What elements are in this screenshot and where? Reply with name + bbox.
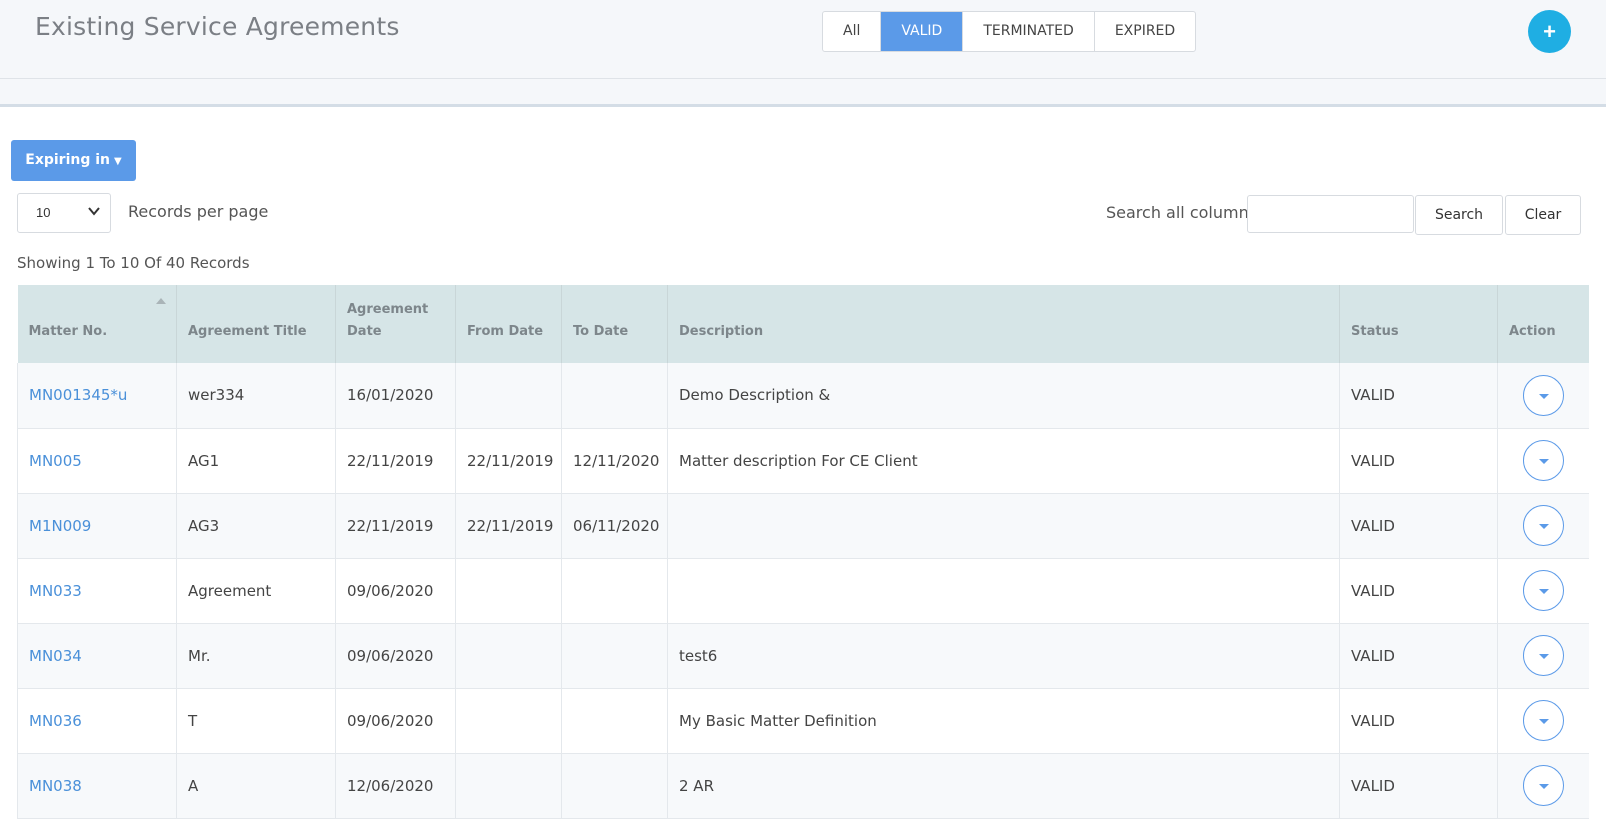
agreement-title-cell: wer334: [176, 363, 336, 429]
agreement-date-cell: 12/06/2020: [335, 753, 456, 819]
table-row: MN036 T 09/06/2020 My Basic Matter Defin…: [17, 688, 1589, 754]
matter-link[interactable]: MN001345*u: [29, 386, 127, 404]
matter-link[interactable]: MN005: [29, 452, 82, 470]
agreement-title-cell: AG1: [176, 428, 336, 494]
status-cell: VALID: [1339, 363, 1498, 429]
status-cell: VALID: [1339, 623, 1498, 689]
table-row: MN005 AG1 22/11/2019 22/11/2019 12/11/20…: [17, 428, 1589, 494]
to-date-cell: [561, 363, 668, 429]
to-date-cell: [561, 623, 668, 689]
table-row: MN034 Mr. 09/06/2020 test6 VALID: [17, 623, 1589, 689]
agreement-date-cell: 16/01/2020: [335, 363, 456, 429]
row-action-dropdown-button[interactable]: [1522, 765, 1564, 806]
search-label: Search all columns: [1106, 203, 1258, 222]
caret-down-icon: ▼: [114, 156, 122, 167]
agreements-table: Matter No. Agreement Title Agreement Dat…: [17, 285, 1589, 819]
agreement-date-cell: 22/11/2019: [335, 493, 456, 559]
table-row: MN001345*u wer334 16/01/2020 Demo Descri…: [17, 363, 1589, 429]
add-agreement-button[interactable]: +: [1528, 10, 1571, 53]
from-date-cell: [455, 688, 562, 754]
records-per-page-label: Records per page: [128, 202, 269, 221]
to-date-cell: [561, 753, 668, 819]
matter-link[interactable]: MN033: [29, 582, 82, 600]
chevron-down-icon: [88, 203, 100, 222]
table-header-row: Matter No. Agreement Title Agreement Dat…: [17, 285, 1589, 363]
column-header-from-date[interactable]: From Date: [455, 285, 562, 363]
agreement-title-cell: Mr.: [176, 623, 336, 689]
description-cell: [667, 558, 1340, 624]
from-date-cell: [455, 623, 562, 689]
row-action-dropdown-button[interactable]: [1522, 635, 1564, 676]
column-header-description[interactable]: Description: [667, 285, 1340, 363]
tab-all[interactable]: All: [823, 12, 882, 51]
agreement-title-cell: T: [176, 688, 336, 754]
from-date-cell: 22/11/2019: [455, 428, 562, 494]
description-cell: My Basic Matter Definition: [667, 688, 1340, 754]
from-date-cell: [455, 363, 562, 429]
row-action-dropdown-button[interactable]: [1522, 440, 1564, 481]
matter-link[interactable]: M1N009: [29, 517, 91, 535]
description-cell: Matter description For CE Client: [667, 428, 1340, 494]
table-row: M1N009 AG3 22/11/2019 22/11/2019 06/11/2…: [17, 493, 1589, 559]
row-action-dropdown-button[interactable]: [1522, 505, 1564, 546]
column-header-action: Action: [1497, 285, 1589, 363]
agreement-date-cell: 22/11/2019: [335, 428, 456, 494]
sub-bar: [0, 79, 1606, 107]
status-cell: VALID: [1339, 493, 1498, 559]
status-cell: VALID: [1339, 688, 1498, 754]
matter-link[interactable]: MN036: [29, 712, 82, 730]
table-row: MN038 A 12/06/2020 2 AR VALID: [17, 753, 1589, 819]
description-cell: [667, 493, 1340, 559]
agreement-title-cell: AG3: [176, 493, 336, 559]
tab-valid[interactable]: VALID: [881, 12, 964, 51]
agreement-date-cell: 09/06/2020: [335, 558, 456, 624]
description-cell: Demo Description &: [667, 363, 1340, 429]
agreement-date-cell: 09/06/2020: [335, 688, 456, 754]
column-header-to-date[interactable]: To Date: [561, 285, 668, 363]
agreement-title-cell: A: [176, 753, 336, 819]
status-filter-tabs: All VALID TERMINATED EXPIRED: [822, 11, 1197, 52]
to-date-cell: 06/11/2020: [561, 493, 668, 559]
page-title: Existing Service Agreements: [35, 12, 400, 41]
expiring-in-label: Expiring in: [25, 152, 111, 168]
sort-up-icon: [156, 298, 166, 304]
tab-expired[interactable]: EXPIRED: [1095, 12, 1195, 51]
plus-icon: +: [1543, 19, 1556, 44]
search-button[interactable]: Search: [1415, 195, 1503, 235]
expiring-in-dropdown[interactable]: Expiring in ▼: [11, 140, 136, 181]
records-per-page-select[interactable]: 10: [17, 193, 111, 233]
records-per-page-value: 10: [36, 205, 51, 220]
status-cell: VALID: [1339, 428, 1498, 494]
row-action-dropdown-button[interactable]: [1522, 570, 1564, 611]
column-header-agreement-title[interactable]: Agreement Title: [176, 285, 336, 363]
description-cell: 2 AR: [667, 753, 1340, 819]
tab-terminated[interactable]: TERMINATED: [963, 12, 1095, 51]
to-date-cell: 12/11/2020: [561, 428, 668, 494]
agreement-date-cell: 09/06/2020: [335, 623, 456, 689]
row-action-dropdown-button[interactable]: [1522, 700, 1564, 741]
from-date-cell: 22/11/2019: [455, 493, 562, 559]
records-count-text: Showing 1 To 10 Of 40 Records: [17, 254, 250, 272]
to-date-cell: [561, 558, 668, 624]
matter-link[interactable]: MN038: [29, 777, 82, 795]
from-date-cell: [455, 753, 562, 819]
clear-button[interactable]: Clear: [1505, 195, 1581, 235]
status-cell: VALID: [1339, 558, 1498, 624]
table-row: MN033 Agreement 09/06/2020 VALID: [17, 558, 1589, 624]
top-bar: Existing Service Agreements All VALID TE…: [0, 0, 1606, 79]
status-cell: VALID: [1339, 753, 1498, 819]
column-header-status[interactable]: Status: [1339, 285, 1498, 363]
to-date-cell: [561, 688, 668, 754]
agreement-title-cell: Agreement: [176, 558, 336, 624]
description-cell: test6: [667, 623, 1340, 689]
row-action-dropdown-button[interactable]: [1522, 374, 1564, 416]
column-header-agreement-date[interactable]: Agreement Date: [335, 285, 456, 363]
matter-link[interactable]: MN034: [29, 647, 82, 665]
from-date-cell: [455, 558, 562, 624]
column-header-matter-no[interactable]: Matter No.: [17, 285, 177, 363]
search-input[interactable]: [1247, 195, 1414, 233]
